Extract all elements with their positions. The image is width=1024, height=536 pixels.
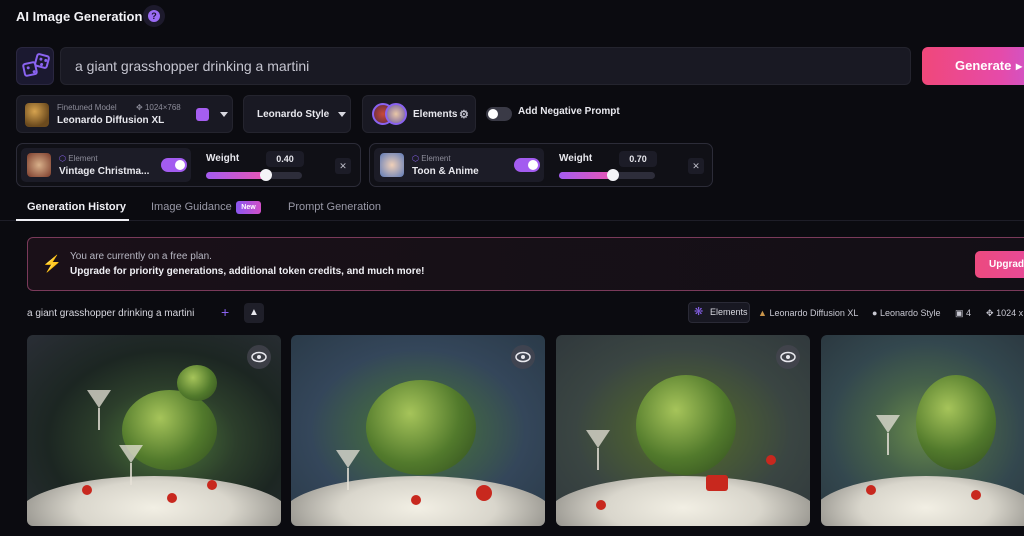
- active-tab-indicator: [16, 219, 129, 221]
- meta-elements: ❋ Elements: [688, 302, 750, 323]
- weight-slider-handle[interactable]: [607, 169, 619, 181]
- element-card: ⬡ Element Toon & Anime: [374, 148, 544, 182]
- model-caption: Finetuned Model: [57, 103, 117, 112]
- elements-button[interactable]: Elements ⚙: [362, 95, 476, 133]
- weight-slider[interactable]: [206, 169, 302, 181]
- tab-image-guidance[interactable]: Image Guidance: [151, 201, 232, 213]
- element-panel: ⬡ Element Toon & Anime Weight 0.70 ✕: [369, 143, 713, 187]
- weight-value[interactable]: 0.70: [619, 151, 657, 167]
- element-toggle[interactable]: [514, 158, 540, 172]
- reuse-prompt-button[interactable]: ▲: [244, 303, 264, 323]
- tab-prompt-generation[interactable]: Prompt Generation: [288, 201, 381, 213]
- meta-model: ▲ Leonardo Diffusion XL: [758, 308, 859, 318]
- generated-image[interactable]: [291, 335, 545, 526]
- element-card: ⬡ Element Vintage Christma...: [21, 148, 191, 182]
- element-name: Vintage Christma...: [59, 166, 150, 177]
- gear-icon: ⚙: [459, 109, 469, 121]
- chevron-down-icon: [220, 112, 228, 117]
- model-name: Leonardo Diffusion XL: [57, 115, 165, 126]
- element-toggle[interactable]: [161, 158, 187, 172]
- eye-icon: [251, 351, 267, 363]
- generated-image[interactable]: [556, 335, 810, 526]
- arrow-icon: ▸: [1015, 59, 1022, 73]
- history-prompt: a giant grasshopper drinking a martini: [27, 308, 195, 319]
- chevron-down-icon: [338, 112, 346, 117]
- help-button[interactable]: ?: [143, 5, 165, 27]
- weight-slider[interactable]: [559, 169, 655, 181]
- weight-slider-fill: [559, 172, 613, 179]
- element-panel: ⬡ Element Vintage Christma... Weight 0.4…: [16, 143, 361, 187]
- eye-icon: [780, 351, 796, 363]
- meta-size: ✥ 1024 x: [986, 308, 1024, 318]
- upgrade-banner: ⚡ You are currently on a free plan. Upgr…: [27, 237, 1024, 291]
- edit-icon[interactable]: [196, 108, 209, 121]
- view-button[interactable]: [247, 345, 271, 369]
- prompt-input[interactable]: a giant grasshopper drinking a martini: [60, 47, 911, 85]
- weight-label: Weight: [559, 153, 593, 164]
- negative-prompt-label: Add Negative Prompt: [518, 106, 620, 117]
- random-prompt-button[interactable]: [16, 47, 54, 85]
- elements-label: Elements: [413, 109, 458, 120]
- images-icon: ▣: [955, 308, 964, 318]
- element-thumbnail: [27, 153, 51, 177]
- arrow-up-icon: ▲: [249, 307, 259, 318]
- element-thumbnail: [380, 153, 404, 177]
- generated-image[interactable]: [27, 335, 281, 526]
- model-icon: ▲: [758, 308, 767, 318]
- element-tag: ⬡ Element: [412, 154, 451, 163]
- remove-element-button[interactable]: ✕: [335, 158, 351, 174]
- banner-text: You are currently on a free plan.: [70, 251, 212, 262]
- dimensions-icon: ✥: [986, 308, 994, 318]
- meta-style: ● Leonardo Style: [872, 308, 941, 318]
- view-button[interactable]: [511, 345, 535, 369]
- style-label: Leonardo Style: [257, 109, 330, 120]
- weight-label: Weight: [206, 153, 240, 164]
- new-badge: New: [236, 201, 261, 214]
- generated-image[interactable]: [821, 335, 1024, 526]
- drop-icon: ●: [872, 308, 878, 318]
- element-name: Toon & Anime: [412, 166, 479, 177]
- style-dropdown[interactable]: Leonardo Style: [243, 95, 351, 133]
- tab-generation-history[interactable]: Generation History: [27, 201, 126, 213]
- weight-slider-handle[interactable]: [260, 169, 272, 181]
- tabs-divider: [0, 220, 1024, 221]
- weight-slider-fill: [206, 172, 266, 179]
- element-icon: ❋: [694, 306, 704, 318]
- generate-label: Generate: [955, 58, 1012, 73]
- upgrade-button[interactable]: Upgrade: [975, 251, 1024, 278]
- plus-icon[interactable]: +: [221, 304, 229, 320]
- element-avatar: [385, 103, 407, 125]
- model-thumbnail: [25, 103, 49, 127]
- model-dropdown[interactable]: Finetuned Model ✥ 1024×768 Leonardo Diff…: [16, 95, 233, 133]
- lightning-icon: ⚡: [42, 256, 62, 273]
- meta-count: ▣ 4: [955, 308, 972, 318]
- eye-icon: [515, 351, 531, 363]
- negative-prompt-toggle[interactable]: [486, 107, 512, 121]
- element-tag: ⬡ Element: [59, 154, 98, 163]
- remove-element-button[interactable]: ✕: [688, 158, 704, 174]
- banner-subtext: Upgrade for priority generations, additi…: [70, 266, 425, 277]
- view-button[interactable]: [776, 345, 800, 369]
- weight-value[interactable]: 0.40: [266, 151, 304, 167]
- generate-button[interactable]: Generate ▸: [922, 47, 1024, 85]
- page-title: AI Image Generation: [16, 9, 143, 24]
- question-icon: ?: [148, 10, 160, 22]
- model-dimensions: ✥ 1024×768: [136, 103, 181, 112]
